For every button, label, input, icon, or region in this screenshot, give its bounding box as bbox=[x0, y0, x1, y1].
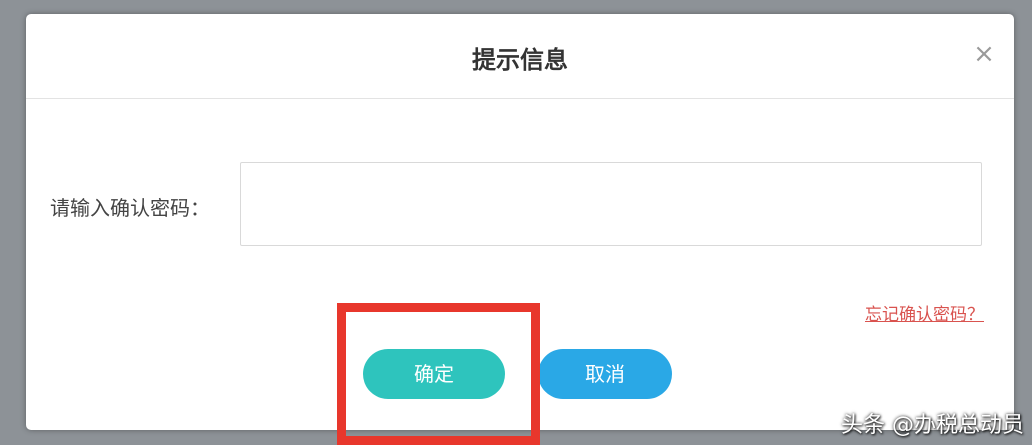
dialog-header: 提示信息 × bbox=[26, 14, 1014, 99]
forgot-password-link[interactable]: 忘记确认密码？ bbox=[865, 300, 984, 325]
cancel-button[interactable]: 取消 bbox=[538, 349, 672, 399]
password-field-label: 请输入确认密码： bbox=[50, 196, 210, 220]
password-field-row: 请输入确认密码： bbox=[26, 162, 1014, 248]
dialog-title: 提示信息 bbox=[472, 46, 568, 74]
confirm-button[interactable]: 确定 bbox=[363, 349, 505, 399]
close-icon[interactable]: × bbox=[970, 40, 998, 68]
confirm-password-input[interactable] bbox=[240, 162, 982, 246]
watermark-text: 头条 @办税总动员 bbox=[841, 413, 1024, 438]
prompt-dialog: 提示信息 × 请输入确认密码： 忘记确认密码？ 确定 取消 bbox=[26, 14, 1014, 430]
